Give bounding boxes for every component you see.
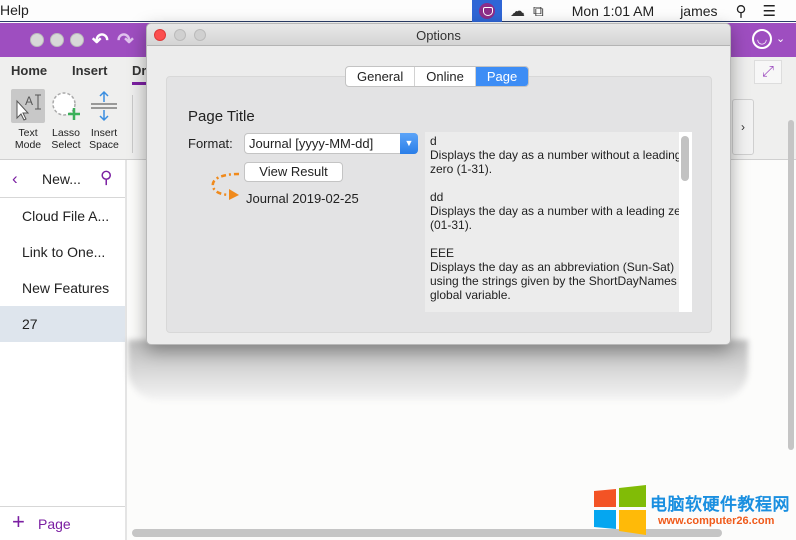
expand-icon[interactable]: ⤢ bbox=[754, 60, 782, 84]
help-scrollbar-thumb[interactable] bbox=[681, 136, 689, 181]
vertical-scrollbar[interactable] bbox=[788, 120, 794, 450]
help-entry: EEE Displays the day as an abbreviation … bbox=[430, 246, 677, 302]
lasso-select-button[interactable]: Lasso Select bbox=[46, 89, 86, 151]
back-chevron-icon[interactable]: ‹ bbox=[12, 169, 18, 189]
gem-icon[interactable] bbox=[471, 0, 502, 22]
svg-text:A: A bbox=[25, 94, 33, 108]
result-preview: Journal 2019-02-25 bbox=[246, 191, 359, 206]
ribbon-scroll-right-button[interactable]: › bbox=[732, 99, 754, 155]
menu-user[interactable]: james bbox=[680, 3, 717, 19]
dialog-title-bar: Options bbox=[147, 24, 730, 46]
add-page-button[interactable]: + Page bbox=[0, 506, 125, 540]
tab-page[interactable]: Page bbox=[475, 67, 529, 86]
page-settings-panel: Page Title Format: Journal [yyyy-MM-dd] … bbox=[166, 76, 712, 333]
format-select[interactable]: Journal [yyyy-MM-dd] ▼ bbox=[244, 133, 418, 154]
menu-clock[interactable]: Mon 1:01 AM bbox=[572, 3, 655, 19]
tab-home[interactable]: Home bbox=[11, 63, 47, 78]
watermark: 电脑软硬件教程网 www.computer26.com bbox=[592, 485, 792, 535]
insert-space-button[interactable]: Insert Space bbox=[84, 89, 124, 151]
text-mode-button[interactable]: A Text Mode bbox=[8, 89, 48, 151]
page-item[interactable]: Cloud File A... bbox=[0, 198, 125, 234]
pages-sidebar: ‹ New... ⚲ Cloud File A... Link to One..… bbox=[0, 160, 125, 540]
help-entry: d Displays the day as a number without a… bbox=[430, 134, 682, 176]
watermark-name: 电脑软硬件教程网 bbox=[650, 495, 790, 514]
zoom-window-button[interactable] bbox=[70, 33, 84, 47]
section-heading: Page Title bbox=[188, 108, 255, 125]
dialog-shadow bbox=[128, 340, 748, 400]
tab-insert[interactable]: Insert bbox=[72, 63, 107, 78]
smiley-feedback-icon[interactable]: ◡ bbox=[752, 29, 772, 49]
options-tabs: General Online Page bbox=[345, 66, 530, 87]
plus-icon: + bbox=[12, 509, 25, 534]
page-item[interactable]: Link to One... bbox=[0, 234, 125, 270]
view-result-button[interactable]: View Result bbox=[244, 162, 343, 182]
page-item[interactable]: New Features bbox=[0, 270, 125, 306]
tab-draw[interactable]: Dr bbox=[132, 63, 154, 85]
search-icon[interactable]: ⚲ bbox=[736, 2, 747, 20]
options-dialog: Options Page Title Format: Journal [yyyy… bbox=[146, 23, 731, 345]
tab-online[interactable]: Online bbox=[415, 67, 476, 86]
chevron-down-icon[interactable]: ⌄ bbox=[776, 32, 785, 45]
cloud-icon[interactable]: ☁ bbox=[510, 2, 525, 20]
menu-help[interactable]: Help bbox=[0, 2, 29, 18]
close-window-button[interactable] bbox=[30, 33, 44, 47]
tab-general[interactable]: General bbox=[346, 67, 416, 86]
minimize-window-button[interactable] bbox=[50, 33, 64, 47]
redo-icon[interactable]: ↷ bbox=[117, 28, 134, 53]
watermark-url: www.computer26.com bbox=[658, 515, 775, 527]
section-title[interactable]: New... bbox=[42, 171, 81, 187]
list-icon[interactable]: ☰ bbox=[763, 2, 776, 20]
help-entry: dd Displays the day as a number with a l… bbox=[430, 190, 692, 232]
add-page-label: Page bbox=[38, 516, 71, 532]
ribbon-divider bbox=[132, 95, 133, 153]
search-icon[interactable]: ⚲ bbox=[100, 168, 112, 188]
dialog-title: Options bbox=[416, 28, 461, 43]
page-item-selected[interactable]: 27 bbox=[0, 306, 125, 342]
undo-icon[interactable]: ↶ bbox=[92, 28, 109, 53]
lasso-icon bbox=[49, 89, 83, 123]
displays-icon[interactable]: ⧉ bbox=[533, 3, 544, 20]
windows-logo-icon bbox=[594, 485, 646, 535]
annotation-arrow-icon bbox=[211, 172, 240, 200]
insert-space-icon bbox=[87, 89, 121, 123]
text-cursor-icon: A bbox=[11, 89, 45, 123]
format-label: Format: bbox=[188, 136, 233, 151]
sidebar-header: ‹ New... ⚲ bbox=[0, 160, 125, 198]
chevron-down-icon: ▼ bbox=[400, 133, 418, 154]
menu-bar: Help ☁ ⧉ Mon 1:01 AM james ⚲ ☰ bbox=[0, 0, 796, 22]
format-help-text[interactable]: d Displays the day as a number without a… bbox=[425, 132, 692, 312]
